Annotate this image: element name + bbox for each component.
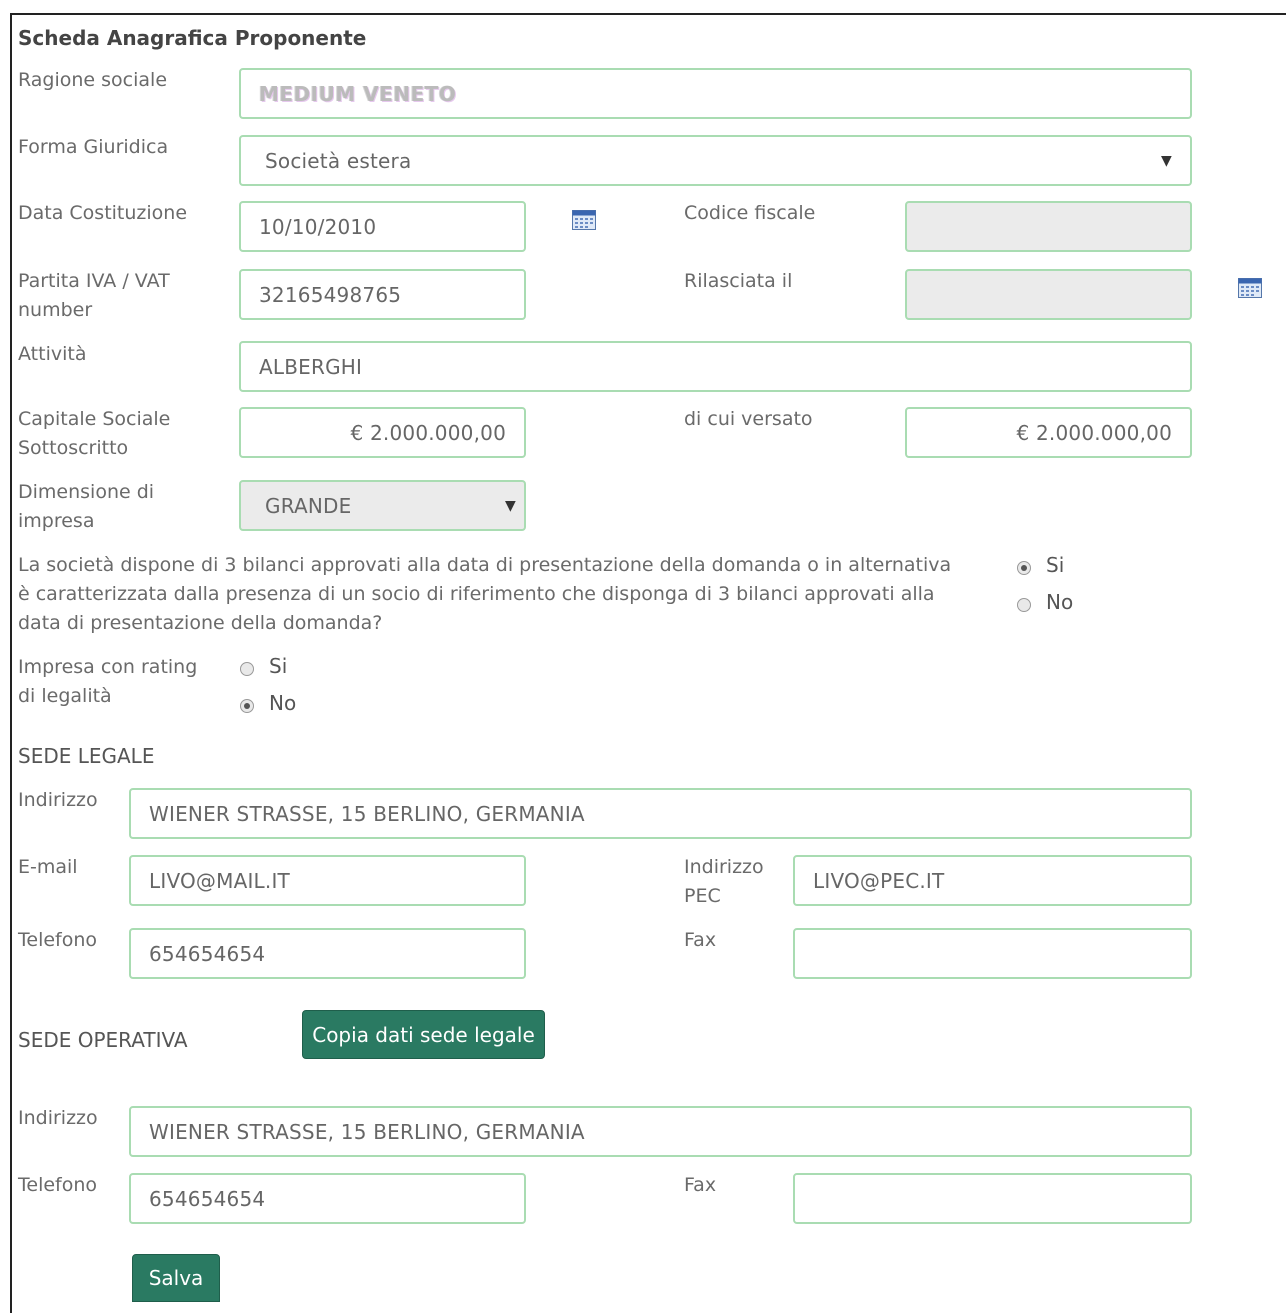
dimensione-impresa-value: GRANDE — [265, 493, 352, 518]
so-fax-field[interactable] — [793, 1173, 1192, 1224]
di-cui-versato-value: € 2.000.000,00 — [1016, 420, 1172, 445]
dimensione-impresa-select[interactable]: GRANDE ▼ — [239, 480, 526, 531]
copy-sede-legale-button[interactable]: Copia dati sede legale — [302, 1010, 545, 1059]
rilasciata-il-field[interactable] — [905, 269, 1192, 320]
dimensione-impresa-label: Dimensione di impresa — [18, 481, 155, 532]
sl-email-label: E-mail — [18, 856, 78, 878]
bilanci-si-label: Si — [1046, 553, 1065, 577]
codice-fiscale-label: Codice fiscale — [684, 202, 816, 224]
sede-legale-heading: SEDE LEGALE — [18, 744, 155, 768]
so-indirizzo-label: Indirizzo — [18, 1107, 98, 1129]
so-indirizzo-value: WIENER STRASSE, 15 BERLINO, GERMANIA — [149, 1119, 585, 1144]
sl-indirizzo-label: Indirizzo — [18, 789, 98, 811]
save-button[interactable]: Salva — [132, 1254, 220, 1302]
data-costituzione-value: 10/10/2010 — [259, 214, 377, 239]
sl-pec-field[interactable]: LIVO@PEC.IT — [793, 855, 1192, 906]
sl-email-field[interactable]: LIVO@MAIL.IT — [129, 855, 526, 906]
forma-giuridica-value: Società estera — [265, 148, 412, 173]
attivita-field[interactable]: ALBERGHI — [239, 341, 1192, 392]
rating-no-radio[interactable] — [240, 699, 254, 713]
calendar-icon[interactable] — [1238, 278, 1262, 298]
data-costituzione-field[interactable]: 10/10/2010 — [239, 201, 526, 252]
sl-indirizzo-value: WIENER STRASSE, 15 BERLINO, GERMANIA — [149, 801, 585, 826]
di-cui-versato-label: di cui versato — [684, 408, 813, 430]
partita-iva-label: Partita IVA / VAT number — [18, 270, 170, 321]
rating-si-radio[interactable] — [240, 662, 254, 676]
rating-legalita-label: Impresa con rating di legalità — [18, 656, 198, 707]
capitale-sociale-label: Capitale Sociale Sottoscritto — [18, 408, 171, 459]
sl-indirizzo-field[interactable]: WIENER STRASSE, 15 BERLINO, GERMANIA — [129, 788, 1192, 839]
sl-pec-label: Indirizzo PEC — [684, 856, 764, 907]
sl-pec-value: LIVO@PEC.IT — [813, 868, 945, 893]
partita-iva-field[interactable]: 32165498765 — [239, 269, 526, 320]
data-costituzione-label: Data Costituzione — [18, 202, 188, 224]
so-fax-label: Fax — [684, 1174, 717, 1196]
attivita-value: ALBERGHI — [259, 354, 363, 379]
di-cui-versato-field[interactable]: € 2.000.000,00 — [905, 407, 1192, 458]
forma-giuridica-label: Forma Giuridica — [18, 136, 169, 158]
bilanci-si-radio[interactable] — [1017, 561, 1031, 575]
codice-fiscale-field[interactable] — [905, 201, 1192, 252]
so-telefono-label: Telefono — [18, 1174, 98, 1196]
so-indirizzo-field[interactable]: WIENER STRASSE, 15 BERLINO, GERMANIA — [129, 1106, 1192, 1157]
capitale-sociale-field[interactable]: € 2.000.000,00 — [239, 407, 526, 458]
bilanci-question-text: La società dispone di 3 bilanci approvat… — [18, 554, 952, 634]
sl-email-value: LIVO@MAIL.IT — [149, 868, 290, 893]
chevron-down-icon: ▼ — [505, 497, 516, 514]
bilanci-no-label: No — [1046, 590, 1074, 614]
chevron-down-icon: ▼ — [1161, 152, 1172, 169]
page-title: Scheda Anagrafica Proponente — [18, 26, 367, 50]
so-telefono-value: 654654654 — [149, 1186, 266, 1211]
rating-si-label: Si — [269, 654, 288, 678]
calendar-icon[interactable] — [572, 210, 596, 230]
attivita-label: Attività — [18, 343, 87, 365]
sl-telefono-value: 654654654 — [149, 941, 266, 966]
ragione-sociale-value: MEDIUM VENETO — [259, 81, 457, 106]
partita-iva-value: 32165498765 — [259, 282, 402, 307]
sl-fax-label: Fax — [684, 929, 717, 951]
ragione-sociale-field[interactable]: MEDIUM VENETO — [239, 68, 1192, 119]
rating-no-label: No — [269, 691, 297, 715]
capitale-sociale-value: € 2.000.000,00 — [350, 420, 506, 445]
bilanci-no-radio[interactable] — [1017, 598, 1031, 612]
sl-fax-field[interactable] — [793, 928, 1192, 979]
sl-telefono-label: Telefono — [18, 929, 98, 951]
so-telefono-field[interactable]: 654654654 — [129, 1173, 526, 1224]
rilasciata-il-label: Rilasciata il — [684, 270, 793, 292]
sl-telefono-field[interactable]: 654654654 — [129, 928, 526, 979]
forma-giuridica-select[interactable]: Società estera ▼ — [239, 135, 1192, 186]
sede-operativa-heading: SEDE OPERATIVA — [18, 1028, 188, 1052]
ragione-sociale-label: Ragione sociale — [18, 69, 168, 91]
